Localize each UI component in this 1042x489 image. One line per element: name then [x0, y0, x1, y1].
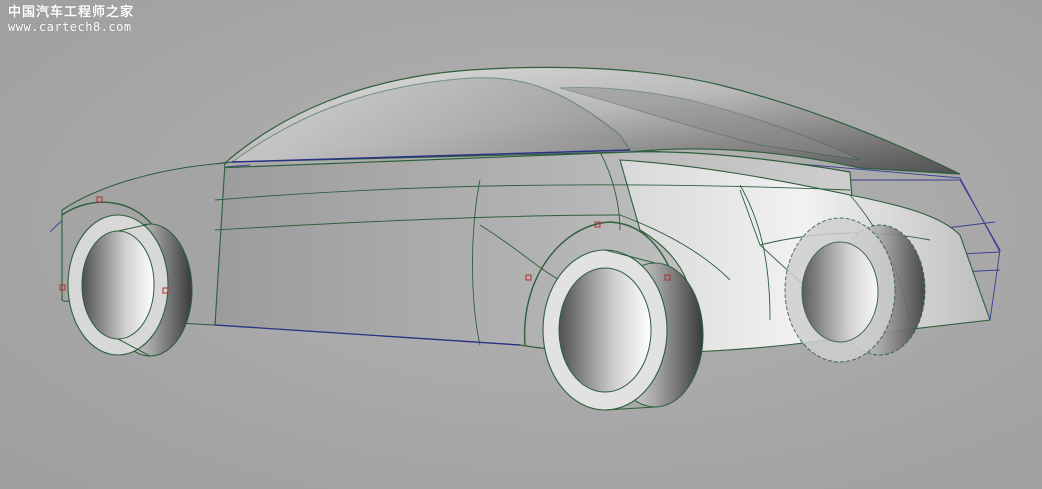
front-wheel[interactable] [67, 214, 193, 357]
3d-viewport[interactable]: 中国汽车工程师之家 www.cartech8.com [0, 0, 1042, 489]
rear-wheel-near[interactable] [542, 249, 704, 411]
car-surface-model[interactable] [0, 0, 1042, 489]
rear-wheel-far[interactable] [784, 217, 926, 363]
